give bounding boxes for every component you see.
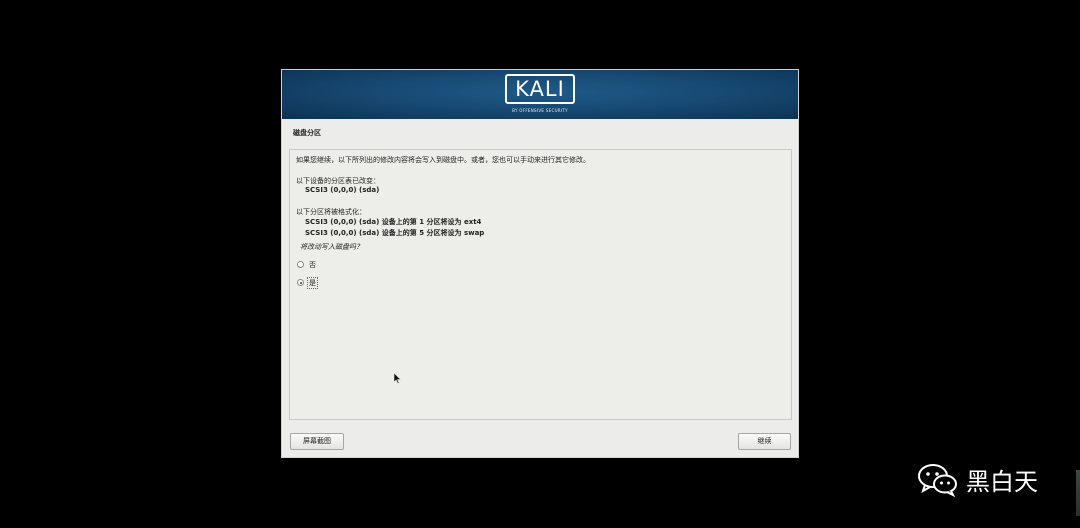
changed-device: SCSI3 (0,0,0) (sda) — [305, 186, 380, 194]
screenshot-button[interactable]: 屏幕截图 — [290, 433, 344, 450]
radio-yes[interactable] — [297, 279, 304, 286]
kali-tagline: BY OFFENSIVE SECURITY — [512, 108, 568, 113]
installer-window: KALI BY OFFENSIVE SECURITY 磁盘分区 如果您继续，以下… — [281, 69, 799, 458]
format-item-1: SCSI3 (0,0,0) (sda) 设备上的第 1 分区将设为 ext4 — [305, 218, 482, 226]
format-label: 以下分区将被格式化： — [296, 208, 366, 216]
intro-text: 如果您继续，以下所列出的修改内容将会写入到磁盘中。或者，您也可以手动来进行其它修… — [296, 156, 590, 164]
radio-yes-label[interactable]: 是 — [307, 277, 318, 289]
content-panel: 如果您继续，以下所列出的修改内容将会写入到磁盘中。或者，您也可以手动来进行其它修… — [289, 149, 792, 420]
changed-label: 以下设备的分区表已改变： — [296, 177, 380, 185]
continue-button[interactable]: 继续 — [738, 433, 791, 450]
wechat-icon — [918, 464, 957, 497]
radio-no-label[interactable]: 否 — [309, 260, 316, 270]
watermark: 黑白天 — [916, 461, 1038, 497]
watermark-text: 黑白天 — [966, 467, 1038, 496]
kali-banner: KALI BY OFFENSIVE SECURITY — [282, 70, 798, 119]
question-text: 将改动写入磁盘吗？ — [300, 243, 363, 251]
radio-no[interactable] — [297, 261, 304, 268]
format-item-2: SCSI3 (0,0,0) (sda) 设备上的第 5 分区将设为 swap — [305, 229, 485, 237]
kali-logo: KALI — [505, 74, 575, 104]
page-title: 磁盘分区 — [293, 129, 321, 137]
mouse-cursor-icon — [394, 373, 402, 384]
edge-bar — [1076, 470, 1080, 516]
